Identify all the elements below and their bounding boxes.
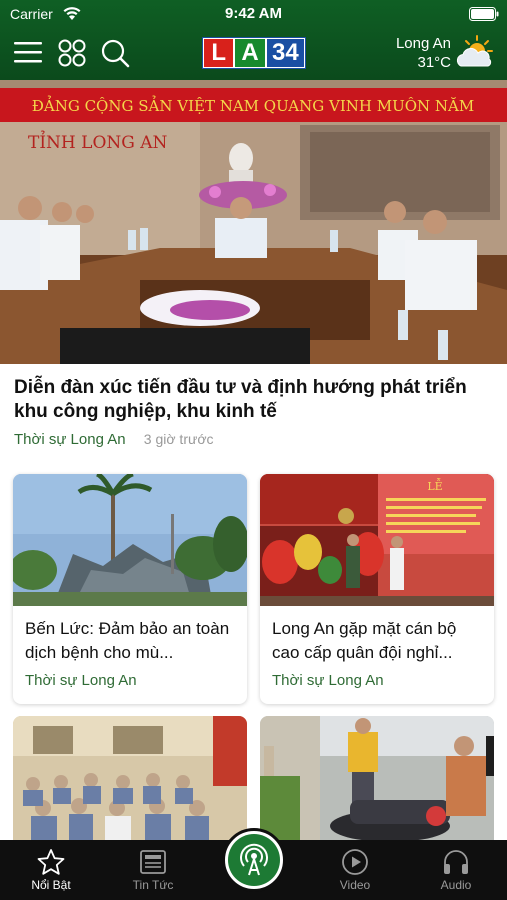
hamburger-menu-icon[interactable]	[12, 39, 44, 65]
weather-temperature: 31°C	[417, 54, 451, 71]
tab-label: Nổi Bật	[31, 878, 71, 892]
battery-icon	[469, 7, 499, 21]
hero-category[interactable]: Thời sự Long An	[14, 431, 126, 448]
tab-label: Video	[339, 878, 371, 892]
tab-tin-tuc[interactable]: Tin Tức	[108, 840, 198, 900]
broadcast-icon	[240, 843, 268, 876]
status-clock: 9:42 AM	[225, 5, 282, 22]
hero-article-meta: Thời sự Long An 3 giờ trước	[14, 431, 214, 448]
play-circle-icon	[342, 849, 368, 875]
hero-timestamp: 3 giờ trước	[143, 431, 214, 447]
headphones-icon	[444, 850, 468, 874]
article-card[interactable]: LỄ Long An gặp mặt cán bộ cao cấp quân đ…	[260, 474, 494, 704]
partly-cloudy-sun-icon	[456, 35, 493, 67]
la34-logo[interactable]: L A 34	[202, 37, 306, 69]
hero-article-image[interactable]: ĐẢNG CỘNG SẢN VIỆT NAM QUANG VINH MUÔN N…	[0, 80, 507, 364]
article-card-image[interactable]	[260, 716, 494, 846]
weather-city: Long An	[395, 35, 451, 52]
logo-number: 34	[266, 39, 304, 67]
grid-icon[interactable]	[57, 38, 87, 68]
star-icon	[37, 849, 65, 875]
article-card-title[interactable]: Bến Lức: Đảm bảo an toàn dịch bệnh cho m…	[25, 617, 237, 665]
tab-label: Audio	[440, 878, 472, 892]
search-icon[interactable]	[100, 38, 130, 68]
article-card-title[interactable]: Long An gặp mặt cán bộ cao cấp quân đội …	[272, 617, 484, 665]
status-bar: Carrier 9:42 AM	[0, 0, 507, 28]
newspaper-icon	[140, 850, 166, 874]
article-card-category[interactable]: Thời sự Long An	[25, 672, 137, 689]
article-card-image: LỄ	[260, 474, 494, 606]
hero-sign-text: TỈNH LONG AN	[28, 131, 168, 153]
hero-banner-text: ĐẢNG CỘNG SẢN VIỆT NAM QUANG VINH MUÔN N…	[32, 95, 474, 115]
article-card-image[interactable]	[13, 716, 247, 846]
tab-label: Tin Tức	[132, 878, 174, 892]
weather-widget: Long An 31°C	[396, 35, 451, 71]
article-card[interactable]: Bến Lức: Đảm bảo an toàn dịch bệnh cho m…	[13, 474, 247, 704]
logo-letter-l: L	[204, 39, 234, 67]
card-banner-text: LỄ	[427, 478, 442, 493]
app-screen: Carrier 9:42 AM L A 34 Long An 31°C ĐẢNG…	[0, 0, 507, 900]
article-card-category[interactable]: Thời sự Long An	[272, 672, 384, 689]
hero-photo: ĐẢNG CỘNG SẢN VIỆT NAM QUANG VINH MUÔN N…	[0, 80, 507, 364]
tab-audio[interactable]: Audio	[411, 840, 501, 900]
hero-article-title[interactable]: Diễn đàn xúc tiến đầu tư và định hướng p…	[14, 376, 494, 424]
live-broadcast-button[interactable]	[222, 828, 286, 892]
tab-noi-bat[interactable]: Nổi Bật	[6, 840, 96, 900]
app-header: Carrier 9:42 AM L A 34 Long An 31°C	[0, 0, 507, 80]
logo-letter-a: A	[235, 39, 265, 67]
article-card-image	[13, 474, 247, 606]
tab-video[interactable]: Video	[310, 840, 400, 900]
